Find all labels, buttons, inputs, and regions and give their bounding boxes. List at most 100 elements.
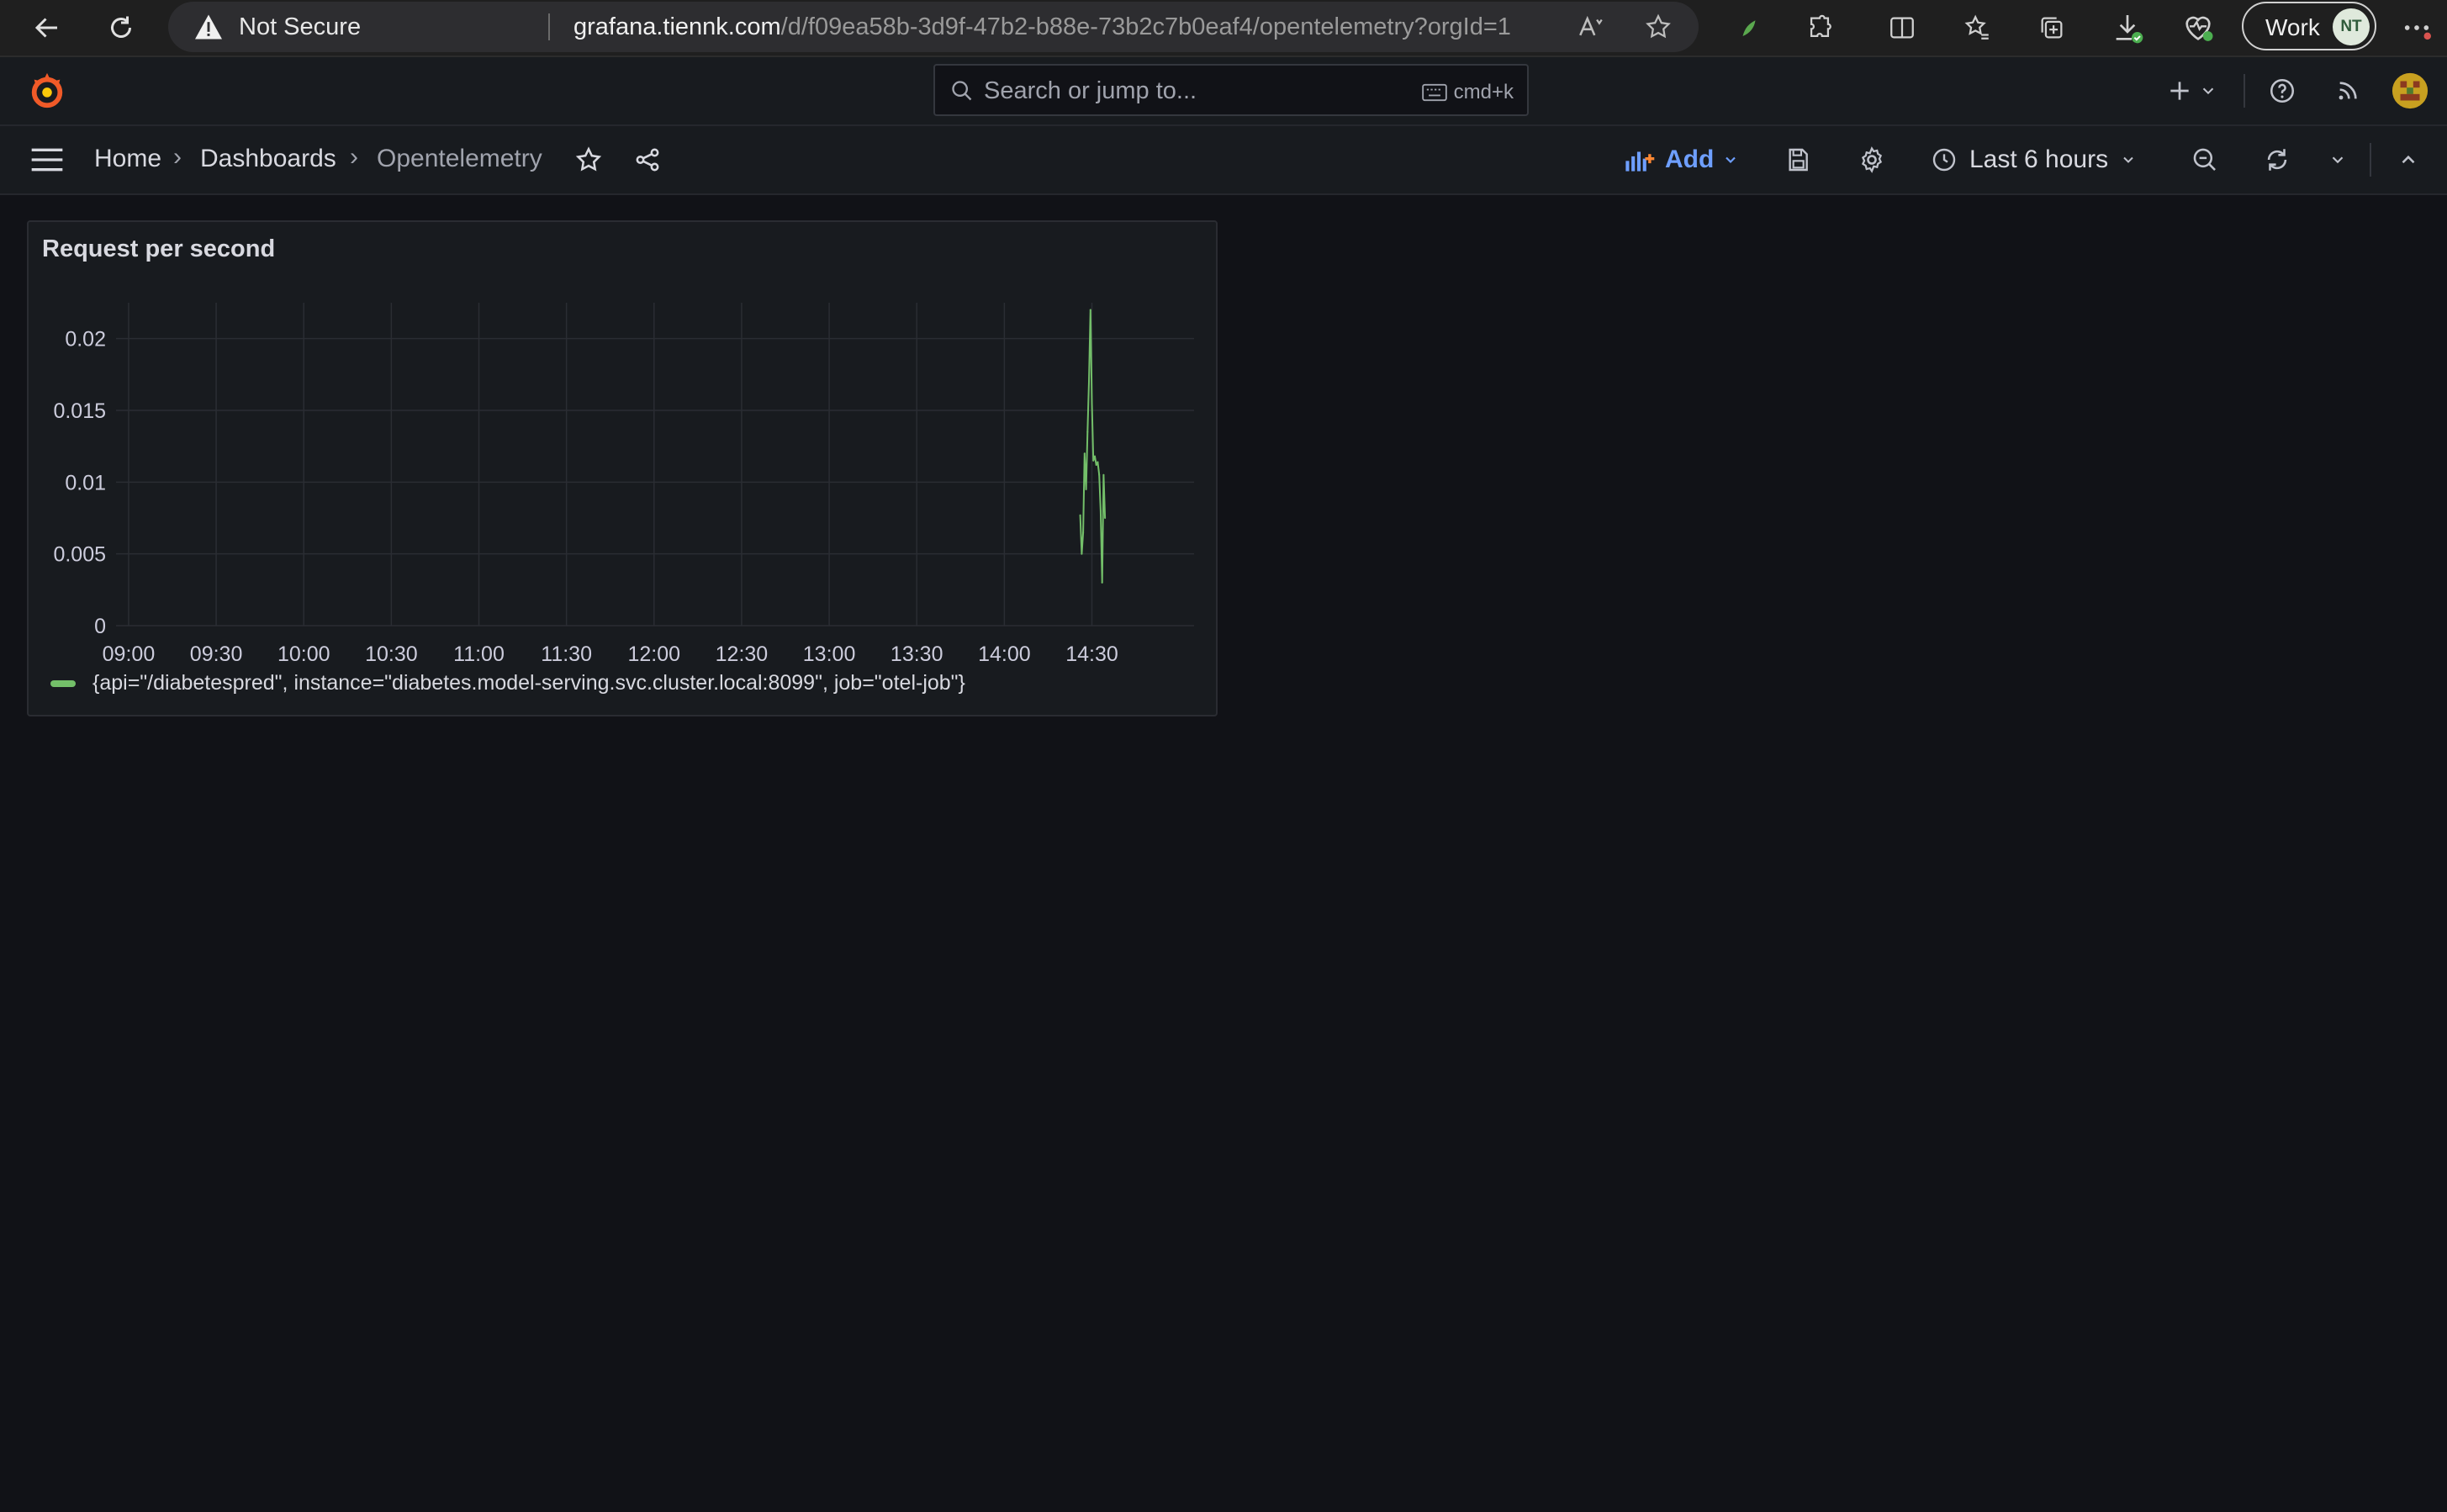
url-host: grafana.tiennk.com <box>573 13 781 40</box>
x-tick-label: 13:00 <box>803 642 856 666</box>
toolbar-divider <box>2370 143 2371 177</box>
url-path: /d/f09ea58b-3d9f-47b2-b88e-73b2c7b0eaf4/… <box>780 13 1511 40</box>
y-tick-label: 0.015 <box>53 399 106 423</box>
settings-gear-icon[interactable] <box>1852 140 1892 180</box>
address-bar[interactable]: Not Secure grafana.tiennk.com/d/f09ea58b… <box>168 2 1699 52</box>
extensions-puzzle-icon[interactable] <box>1800 8 1840 48</box>
x-tick-label: 11:30 <box>541 642 592 666</box>
collections-icon[interactable] <box>2032 8 2072 48</box>
star-dashboard-icon[interactable] <box>568 140 609 180</box>
time-range-picker[interactable]: Last 6 hours <box>1931 140 2137 180</box>
breadcrumb-current: Opentelemetry <box>377 145 542 172</box>
share-icon[interactable] <box>627 140 668 180</box>
data-point <box>1082 531 1085 534</box>
favorites-icon[interactable] <box>1958 8 1998 48</box>
dashboard-toolbar: Home › Dashboards › Opentelemetry Add La… <box>0 126 2447 195</box>
x-tick-label: 11:00 <box>453 642 505 666</box>
data-point <box>1088 380 1091 383</box>
breadcrumb-chevron-icon: › <box>350 143 358 171</box>
url-text[interactable]: grafana.tiennk.com/d/f09ea58b-3d9f-47b2-… <box>573 13 1511 41</box>
y-tick-label: 0.02 <box>65 328 106 352</box>
x-tick-label: 10:00 <box>277 642 330 666</box>
browser-essentials-icon[interactable] <box>2178 8 2218 48</box>
more-menu-icon[interactable] <box>2397 8 2437 48</box>
data-point <box>1102 473 1105 476</box>
legend-series-label[interactable]: {api="/diabetespred", instance="diabetes… <box>92 671 965 695</box>
data-point <box>1086 431 1089 433</box>
split-screen-icon[interactable] <box>1882 8 1922 48</box>
y-tick-label: 0 <box>94 615 106 638</box>
grafana-logo-icon[interactable] <box>27 71 67 111</box>
x-tick-label: 13:30 <box>891 642 943 666</box>
data-point <box>1079 514 1081 516</box>
x-tick-label: 09:30 <box>190 642 243 666</box>
search-box[interactable]: Search or jump to... cmd+k <box>933 64 1529 116</box>
favorite-star-icon[interactable] <box>1638 7 1678 47</box>
profile-button[interactable]: Work NT <box>2242 2 2376 50</box>
data-point <box>1093 455 1096 457</box>
refresh-icon[interactable] <box>2257 140 2297 180</box>
x-tick-label: 14:00 <box>978 642 1031 666</box>
data-point <box>1098 473 1101 476</box>
series-line <box>1079 309 1107 584</box>
add-panel-icon <box>1625 151 1655 172</box>
help-icon[interactable] <box>2262 71 2302 111</box>
news-rss-icon[interactable] <box>2328 71 2368 111</box>
x-tick-label: 10:30 <box>365 642 418 666</box>
data-point <box>1081 552 1083 555</box>
new-chevron-down-icon[interactable] <box>2188 71 2228 111</box>
warning-icon[interactable] <box>193 13 224 40</box>
breadcrumb-dashboards[interactable]: Dashboards <box>200 145 336 173</box>
data-point <box>1097 461 1099 463</box>
profile-avatar: NT <box>2333 8 2370 45</box>
x-tick-label: 12:00 <box>628 642 681 666</box>
collapse-chevron-up-icon[interactable] <box>2388 140 2429 180</box>
y-tick-label: 0.005 <box>53 543 106 567</box>
back-icon[interactable] <box>27 8 67 48</box>
search-shortcut: cmd+k <box>1421 81 1514 104</box>
profile-label: Work <box>2265 14 2320 40</box>
extension-leaf-icon[interactable] <box>1729 8 1769 48</box>
not-secure-label[interactable]: Not Secure <box>239 13 361 41</box>
save-dashboard-icon[interactable] <box>1778 140 1818 180</box>
add-button[interactable]: Add <box>1625 140 1739 180</box>
x-tick-label: 09:00 <box>103 642 156 666</box>
chart-legend[interactable]: {api="/diabetespred", instance="diabetes… <box>50 671 965 695</box>
shortcut-label: cmd+k <box>1453 81 1514 103</box>
data-point <box>1085 488 1087 490</box>
data-point <box>1095 463 1097 466</box>
browser-toolbar: Not Secure grafana.tiennk.com/d/f09ea58b… <box>0 0 2447 57</box>
topbar-divider <box>2244 74 2245 108</box>
menu-hamburger-icon[interactable] <box>27 140 67 180</box>
time-range-label: Last 6 hours <box>1969 145 2109 173</box>
read-aloud-icon[interactable] <box>1571 7 1611 47</box>
data-point <box>1089 309 1091 311</box>
user-avatar[interactable] <box>2390 71 2430 111</box>
clock-icon <box>1932 148 1956 172</box>
add-chevron-down-icon <box>1726 156 1736 164</box>
data-point <box>1101 581 1103 584</box>
time-series-panel[interactable]: Request per second 09:00 09:30 10:00 10:30 1… <box>27 220 1218 716</box>
address-divider <box>548 13 550 40</box>
legend-swatch <box>50 679 76 687</box>
time-range-chevron-down-icon <box>2123 156 2133 163</box>
reload-icon[interactable] <box>101 8 141 48</box>
breadcrumb-chevron-icon: › <box>173 143 182 171</box>
rps-chart[interactable]: 09:00 09:30 10:00 10:30 11:00 11:30 12:00 12:30… <box>29 222 1216 715</box>
grafana-top-bar: Search or jump to... cmd+k <box>0 57 2447 126</box>
data-point <box>1083 452 1086 455</box>
downloads-icon[interactable] <box>2107 8 2148 48</box>
search-icon <box>950 79 974 103</box>
data-point <box>1099 510 1102 512</box>
data-point <box>1104 517 1107 519</box>
data-point <box>1092 459 1095 462</box>
x-tick-label: 14:30 <box>1065 642 1118 666</box>
y-tick-label: 0.01 <box>65 471 106 494</box>
add-label: Add <box>1665 145 1715 173</box>
refresh-interval-chevron-down-icon[interactable] <box>2318 140 2358 180</box>
data-point <box>1091 402 1093 404</box>
search-placeholder: Search or jump to... <box>984 77 1197 104</box>
zoom-out-icon[interactable] <box>2185 140 2225 180</box>
breadcrumb-home[interactable]: Home <box>94 145 161 173</box>
x-tick-label: 12:30 <box>716 642 769 666</box>
